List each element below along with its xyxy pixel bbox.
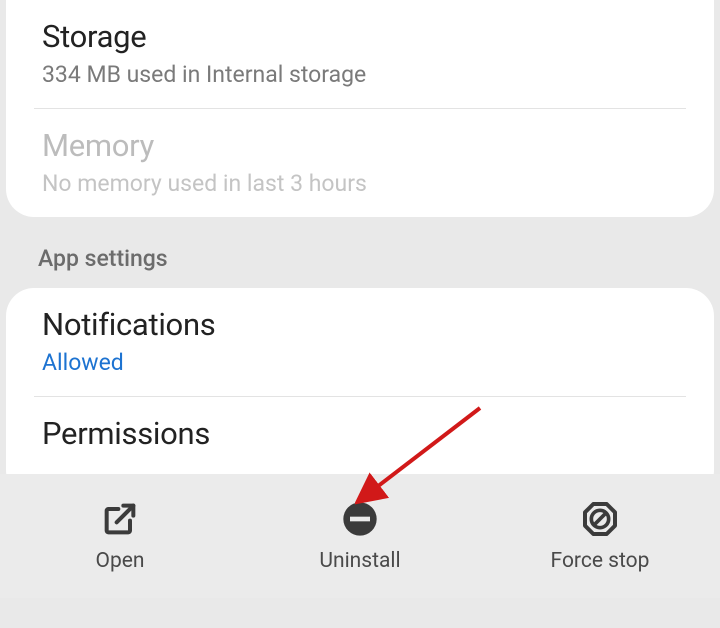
memory-title: Memory bbox=[42, 127, 678, 164]
bottom-action-bar: Open Uninstall Force stop bbox=[0, 474, 720, 598]
open-label: Open bbox=[96, 549, 145, 573]
section-header-app-settings: App settings bbox=[0, 217, 720, 288]
storage-subtitle: 334 MB used in Internal storage bbox=[42, 61, 678, 88]
storage-item[interactable]: Storage 334 MB used in Internal storage bbox=[6, 0, 714, 108]
open-button[interactable]: Open bbox=[0, 474, 240, 598]
app-settings-card: Notifications Allowed Permissions bbox=[6, 288, 714, 498]
forcestop-label: Force stop bbox=[551, 549, 650, 573]
notifications-status: Allowed bbox=[42, 349, 678, 376]
memory-subtitle: No memory used in last 3 hours bbox=[42, 170, 678, 197]
notifications-item[interactable]: Notifications Allowed bbox=[6, 288, 714, 396]
notifications-title: Notifications bbox=[42, 306, 678, 343]
uninstall-button[interactable]: Uninstall bbox=[240, 474, 480, 598]
memory-item[interactable]: Memory No memory used in last 3 hours bbox=[6, 109, 714, 217]
open-icon bbox=[100, 499, 140, 539]
usage-card: Storage 334 MB used in Internal storage … bbox=[6, 0, 714, 217]
storage-title: Storage bbox=[42, 18, 678, 55]
permissions-title: Permissions bbox=[42, 415, 678, 452]
uninstall-label: Uninstall bbox=[319, 549, 400, 573]
forcestop-button[interactable]: Force stop bbox=[480, 474, 720, 598]
forcestop-icon bbox=[580, 499, 620, 539]
uninstall-icon bbox=[340, 499, 380, 539]
